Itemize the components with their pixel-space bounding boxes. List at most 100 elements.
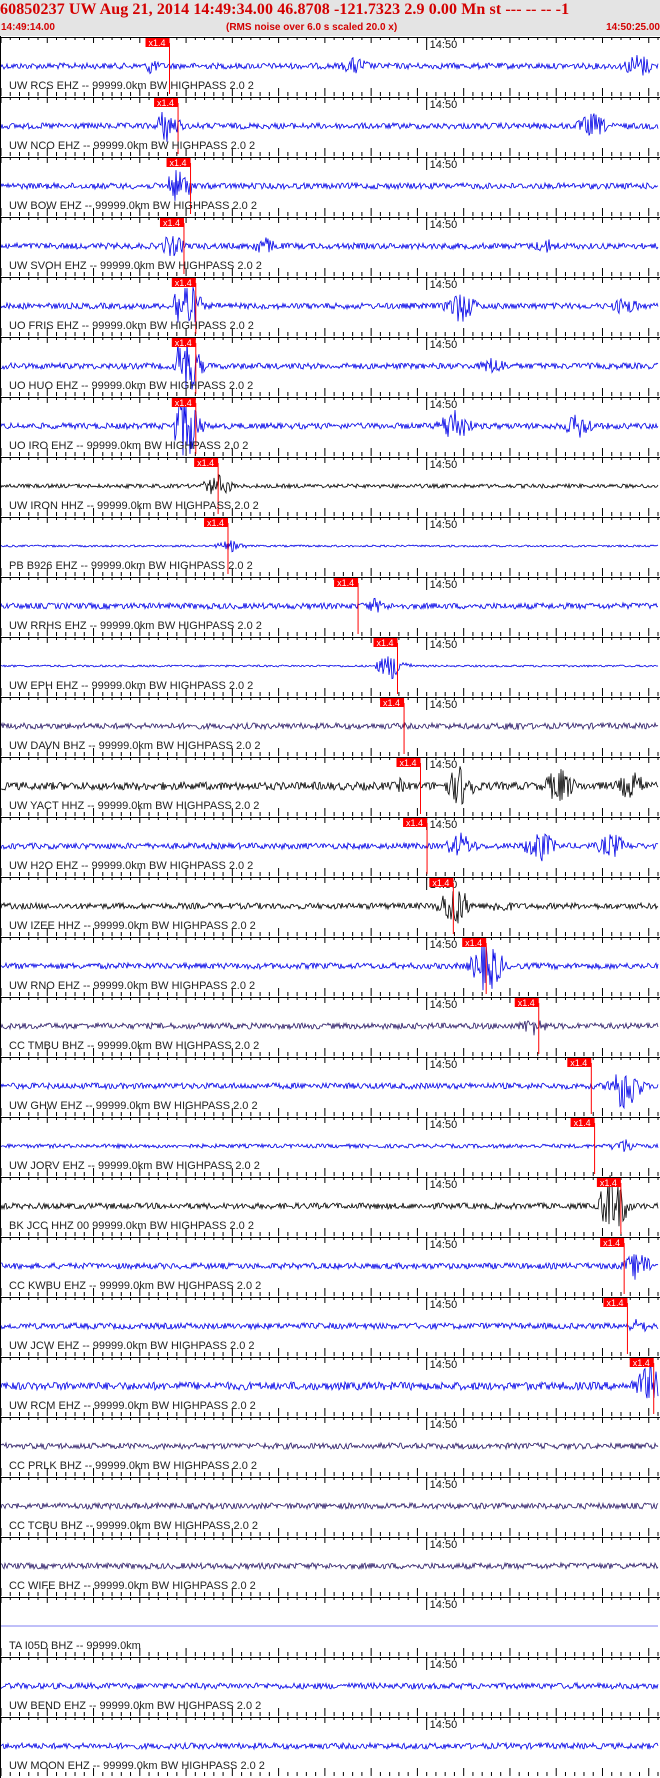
minute-tick-label: 14:50: [430, 1419, 458, 1431]
station-label: CC TMBU BHZ -- 99999.0km BW HIGHPASS 2.0…: [9, 1040, 259, 1052]
station-label: UO FRIS EHZ -- 99999.0km BW HIGHPASS 2.0…: [9, 320, 254, 332]
pick-flag-label: x1.4: [633, 1358, 650, 1368]
station-panel: 14:50 CC TCBU BHZ -- 99999.0km BW HIGHPAS…: [0, 1477, 660, 1536]
waveform-trace: [0, 1741, 659, 1751]
waveform-trace: [0, 1561, 659, 1571]
station-panel: 14:50 CC PRLK BHZ -- 99999.0km BW HIGHPAS…: [0, 1417, 660, 1476]
station-label: CC KWBU EHZ -- 99999.0km BW HIGHPASS 2.0…: [9, 1280, 261, 1292]
station-panel: 14:50 x1.4 CC TMBU BHZ -- 99999.0km BW HIG…: [0, 997, 660, 1056]
waveform-trace: [0, 721, 659, 731]
station-label: BK JCC HHZ 00 99999.0km BW HIGHPASS 2.0 …: [9, 1220, 254, 1232]
station-label: UW JORV EHZ -- 99999.0km BW HIGHPASS 2.0…: [9, 1160, 260, 1172]
minute-tick-label: 14:50: [430, 459, 458, 471]
pick-flag-label: x1.4: [406, 818, 423, 828]
minute-tick-label: 14:50: [430, 1359, 458, 1371]
minute-tick-label: 14:50: [430, 999, 458, 1011]
minute-tick-label: 14:50: [430, 639, 458, 651]
station-panel: 14:50 x1.4 UW NCO EHZ -- 99999.0km BW HIGH…: [0, 97, 660, 156]
station-label: UW DAVN BHZ -- 99999.0km BW HIGHPASS 2.0…: [9, 740, 260, 752]
station-panel: 14:50 x1.4 UW JCW EHZ -- 99999.0km BW HIGH…: [0, 1297, 660, 1356]
pick-flag-label: x1.4: [600, 1178, 617, 1188]
station-label: UW H2O EHZ -- 99999.0km BW HIGHPASS 2.0 …: [9, 860, 253, 872]
station-panel: 14:50 x1.4 UW YACT HHZ -- 99999.0km BW HIG…: [0, 757, 660, 816]
minute-tick-label: 14:50: [430, 699, 458, 711]
minute-tick-label: 14:50: [430, 1539, 458, 1551]
minute-tick-label: 14:50: [430, 1239, 458, 1251]
pick-flag-label: x1.4: [197, 458, 214, 468]
pick-flag-label: x1.4: [175, 398, 192, 408]
waveform-trace: [0, 832, 659, 862]
pick-flag-label: x1.4: [399, 758, 416, 768]
station-label: UW RNO EHZ -- 99999.0km BW HIGHPASS 2.0 …: [9, 980, 255, 992]
pick-flag-label: x1.4: [376, 638, 393, 648]
station-label: UW RCM EHZ -- 99999.0km BW HIGHPASS 2.0 …: [9, 1400, 256, 1412]
station-label: UO HUO EHZ -- 99999.0km BW HIGHPASS 2.0 …: [9, 380, 253, 392]
station-label: UW BOW EHZ -- 99999.0km BW HIGHPASS 2.0 …: [9, 200, 257, 212]
minute-tick-label: 14:50: [430, 519, 458, 531]
station-panel: 14:50 x1.4 UW RCS EHZ -- 99999.0km BW HIGH…: [0, 37, 660, 96]
minute-tick-label: 14:50: [430, 399, 458, 411]
station-panel: 14:50 x1.4 UW RCM EHZ -- 99999.0km BW HIGH…: [0, 1357, 660, 1416]
station-label: CC WIFE BHZ -- 99999.0km BW HIGHPASS 2.0…: [9, 1580, 256, 1592]
pick-flag-label: x1.4: [157, 98, 174, 108]
station-panel: 14:50 x1.4 UW RNO EHZ -- 99999.0km BW HIGH…: [0, 937, 660, 996]
pick-flag-label: x1.4: [163, 218, 180, 228]
station-panel: 14:50 x1.4 UO HUO EHZ -- 99999.0km BW HIGH…: [0, 337, 660, 396]
station-panel: 14:50 x1.4 UW JORV EHZ -- 99999.0km BW HIG…: [0, 1117, 660, 1176]
waveform-trace: [0, 1319, 659, 1333]
station-label: PB B926 EHZ -- 99999.0km BW HIGHPASS 2.0…: [9, 560, 253, 572]
waveform-trace: [0, 474, 659, 495]
station-panel: 14:50 x1.4 UW SVOH EHZ -- 99999.0km BW HIG…: [0, 217, 660, 276]
pick-flag-label: x1.4: [574, 1118, 591, 1128]
station-label: UW MOON EHZ -- 99999.0km BW HIGHPASS 2.0…: [9, 1760, 265, 1772]
pick-flag-label: x1.4: [465, 938, 482, 948]
waveform-trace: [0, 1175, 659, 1227]
station-label: UW YACT HHZ -- 99999.0km BW HIGHPASS 2.0…: [9, 800, 259, 812]
waveform-trace: [0, 540, 659, 553]
waveform-trace: [0, 1365, 659, 1399]
station-label: CC PRLK BHZ -- 99999.0km BW HIGHPASS 2.0…: [9, 1460, 257, 1472]
pick-flag-label: x1.4: [518, 998, 535, 1008]
waveform-trace: [0, 1254, 659, 1280]
waveform-trace: [0, 1501, 659, 1511]
station-label: TA I05D BHZ -- 99999.0km: [9, 1640, 141, 1652]
waveform-trace: [0, 55, 659, 76]
minute-tick-label: 14:50: [430, 1719, 458, 1731]
station-label: UO IRO EHZ -- 99999.0km BW HIGHPASS 2.0 …: [9, 440, 248, 452]
station-panel: 14:50 x1.4 CC KWBU EHZ -- 99999.0km BW HIG…: [0, 1237, 660, 1296]
station-label: UW RRHS EHZ -- 99999.0km BW HIGHPASS 2.0…: [9, 620, 262, 632]
minute-tick-label: 14:50: [430, 1059, 458, 1071]
minute-tick-label: 14:50: [430, 339, 458, 351]
station-panel: 14:50 x1.4 UW DAVN BHZ -- 99999.0km BW HIG…: [0, 697, 660, 756]
waveform-trace: [0, 597, 659, 613]
waveform-trace: [0, 766, 659, 805]
station-panel: 14:50 x1.4 UW H2O EHZ -- 99999.0km BW HIGH…: [0, 817, 660, 876]
pick-flag-label: x1.4: [570, 1058, 587, 1068]
minute-tick-label: 14:50: [430, 1479, 458, 1491]
station-panel: 14:50 x1.4 PB B926 EHZ -- 99999.0km BW HIG…: [0, 517, 660, 576]
minute-tick-label: 14:50: [430, 159, 458, 171]
waveform-trace: [0, 1681, 659, 1691]
window-end-time: 14:50:25.00: [606, 22, 660, 33]
minute-tick-label: 14:50: [430, 1179, 458, 1191]
pick-flag-label: x1.4: [207, 518, 224, 528]
waveform-trace: [0, 286, 659, 323]
station-label: CC TCBU BHZ -- 99999.0km BW HIGHPASS 2.0…: [9, 1520, 258, 1532]
pick-flag-label: x1.4: [337, 578, 354, 588]
waveform-trace: [0, 1139, 659, 1152]
minute-tick-label: 14:50: [430, 279, 458, 291]
waveform-trace: [0, 891, 659, 924]
station-panel: 14:50 TA I05D BHZ -- 99999.0km: [0, 1597, 660, 1656]
minute-tick-label: 14:50: [430, 1599, 458, 1611]
station-panel: 14:50 UW MOON EHZ -- 99999.0km BW HIGHPAS…: [0, 1717, 660, 1776]
scaling-note: (RMS noise over 6.0 s scaled 20.0 x): [226, 22, 398, 33]
station-label: UW IZEE HHZ -- 99999.0km BW HIGHPASS 2.0…: [9, 920, 256, 932]
station-label: UW IRON HHZ -- 99999.0km BW HIGHPASS 2.0…: [9, 500, 259, 512]
minute-tick-label: 14:50: [430, 39, 458, 51]
pick-flag-label: x1.4: [170, 158, 187, 168]
waveform-trace: [0, 170, 659, 201]
station-panel: 14:50x1.4UW IZEE HHZ -- 99999.0km BW HIG…: [0, 877, 660, 936]
minute-tick-label: 14:50: [430, 99, 458, 111]
pick-flag-label: x1.4: [175, 278, 192, 288]
pick-flag-label: x1.4: [149, 38, 166, 48]
